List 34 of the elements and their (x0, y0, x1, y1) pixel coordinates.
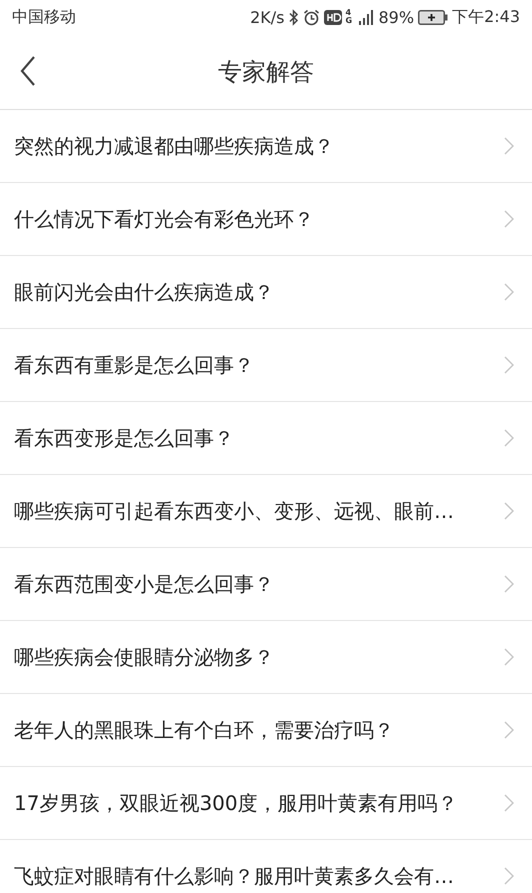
question-item[interactable]: 看东西范围变小是怎么回事？ (0, 548, 532, 621)
battery-icon (418, 10, 448, 24)
chevron-right-icon (504, 575, 514, 593)
chevron-right-icon (504, 429, 514, 447)
carrier-name: 中国移动 (12, 6, 76, 28)
chevron-right-icon (504, 283, 514, 301)
battery-percent: 89% (378, 8, 414, 26)
chevron-right-icon (504, 137, 514, 155)
question-item[interactable]: 17岁男孩，双眼近视300度，服用叶黄素有用吗？ (0, 767, 532, 840)
question-item[interactable]: 看东西有重影是怎么回事？ (0, 329, 532, 402)
network-speed: 2K/s (250, 8, 284, 26)
chevron-right-icon (504, 356, 514, 374)
chevron-right-icon (504, 648, 514, 666)
clock-time: 下午2:43 (452, 6, 520, 28)
network-type: 4G (346, 9, 354, 25)
chevron-right-icon (504, 502, 514, 520)
chevron-right-icon (504, 794, 514, 812)
question-item[interactable]: 眼前闪光会由什么疾病造成？ (0, 256, 532, 329)
chevron-right-icon (504, 210, 514, 228)
question-item[interactable]: 哪些疾病可引起看东西变小、变形、远视、眼前… (0, 475, 532, 548)
bluetooth-icon (288, 8, 298, 26)
question-item[interactable]: 老年人的黑眼珠上有个白环，需要治疗吗？ (0, 694, 532, 767)
chevron-right-icon (504, 867, 514, 885)
question-item[interactable]: 哪些疾病会使眼睛分泌物多？ (0, 621, 532, 694)
signal-icon (358, 9, 374, 25)
back-icon[interactable] (20, 56, 36, 86)
question-item[interactable]: 什么情况下看灯光会有彩色光环？ (0, 183, 532, 256)
page-title: 专家解答 (218, 56, 314, 88)
question-item[interactable]: 突然的视力减退都由哪些疾病造成？ (0, 110, 532, 183)
question-item[interactable]: 飞蚊症对眼睛有什么影响？服用叶黄素多久会有… (0, 840, 532, 893)
chevron-right-icon (504, 721, 514, 739)
question-item[interactable]: 看东西变形是怎么回事？ (0, 402, 532, 475)
hd-icon (324, 10, 342, 24)
alarm-clock-icon (302, 8, 320, 26)
